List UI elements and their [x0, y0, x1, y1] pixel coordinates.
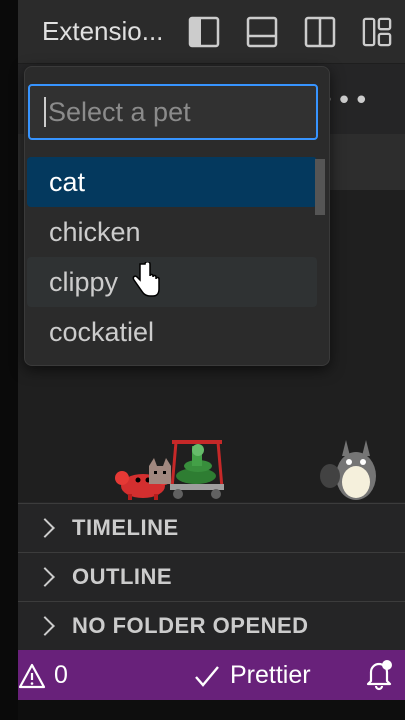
warnings-count: 0	[54, 661, 68, 689]
section-no-folder-opened[interactable]: NO FOLDER OPENED	[18, 601, 405, 650]
section-outline[interactable]: OUTLINE	[18, 552, 405, 601]
pet-search-placeholder: Select a pet	[48, 96, 191, 127]
pet-quick-pick: Select a pet cat chicken clippy cockatie…	[24, 66, 330, 366]
chevron-right-icon	[35, 567, 55, 587]
section-timeline-label: TIMELINE	[72, 515, 179, 540]
quick-pick-scrollbar[interactable]	[315, 159, 325, 215]
toggle-secondary-sidebar-icon[interactable]	[304, 16, 336, 48]
text-cursor	[44, 97, 46, 127]
prettier-label: Prettier	[230, 661, 311, 689]
window-title: Extensio...	[42, 16, 164, 46]
check-icon	[195, 665, 219, 687]
bottom-edge	[18, 700, 405, 720]
toggle-panel-icon[interactable]	[246, 16, 278, 48]
hand-cursor-icon	[132, 262, 160, 297]
pet-options-list: cat chicken clippy cockatiel	[27, 157, 317, 357]
customize-layout-icon[interactable]	[362, 16, 392, 48]
toggle-primary-sidebar-icon[interactable]	[188, 16, 220, 48]
window-left-edge	[0, 0, 18, 720]
status-bar: 0 Prettier	[18, 650, 405, 700]
title-bar: Extensio...	[18, 0, 405, 64]
totoro-pet-image	[320, 440, 376, 500]
section-no-folder-label: NO FOLDER OPENED	[72, 613, 309, 638]
pet-option-cockatiel[interactable]: cockatiel	[27, 307, 317, 357]
section-outline-label: OUTLINE	[72, 564, 173, 589]
vscode-window: Extensio... ••• Select a pet cat chicken…	[18, 0, 405, 720]
pet-search-input[interactable]: Select a pet	[28, 84, 318, 140]
notification-bell-icon[interactable]	[365, 659, 393, 691]
chevron-right-icon	[35, 518, 55, 538]
snake-pet-image	[170, 440, 224, 499]
section-timeline[interactable]: TIMELINE	[18, 503, 405, 552]
pet-option-clippy[interactable]: clippy	[27, 257, 317, 307]
pet-option-chicken[interactable]: chicken	[27, 207, 317, 257]
warning-icon	[18, 663, 46, 688]
chevron-right-icon	[35, 616, 55, 636]
pet-option-cat[interactable]: cat	[27, 157, 317, 207]
status-prettier[interactable]: Prettier	[194, 661, 311, 690]
status-warnings[interactable]: 0	[18, 661, 68, 690]
